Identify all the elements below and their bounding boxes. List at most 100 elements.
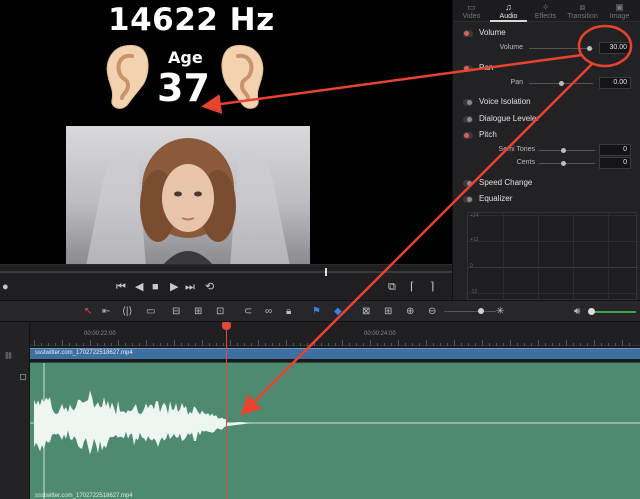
tab-image[interactable]: ▣ Image: [601, 0, 638, 22]
stop-icon[interactable]: ■: [152, 281, 159, 293]
ruler-tick: [587, 343, 588, 346]
ruler-tick: [174, 340, 175, 346]
volume-slider-knob[interactable]: [586, 46, 592, 51]
image-icon: ▣: [615, 2, 624, 12]
ruler-tick: [160, 343, 161, 346]
pitch-toggle[interactable]: [463, 132, 473, 139]
ruler-tick: [230, 340, 231, 346]
track-enable-icon[interactable]: [20, 374, 26, 380]
tab-transition[interactable]: ⧈ Transition: [564, 0, 601, 22]
cents-row: Cents 0: [453, 157, 640, 171]
volume-slider-track[interactable]: [529, 48, 593, 49]
frequency-text: 14622 Hz: [108, 2, 275, 38]
ruler-tick: [524, 343, 525, 346]
insert-clip-icon[interactable]: ⊟: [172, 306, 180, 318]
speed-change-toggle[interactable]: [463, 180, 473, 187]
lock-icon[interactable]: 🔒︎: [286, 306, 291, 318]
semitones-value-field[interactable]: 0: [599, 144, 631, 156]
cents-label: Cents: [516, 159, 535, 166]
playhead-handle[interactable]: [222, 322, 231, 330]
volume-toggle[interactable]: [463, 30, 473, 37]
replace-clip-icon[interactable]: ⊡: [216, 306, 224, 318]
age-label: Age: [168, 48, 203, 67]
pan-slider-knob[interactable]: [559, 81, 564, 86]
play-reverse-icon[interactable]: ◀: [135, 281, 143, 293]
ruler-tick: [195, 343, 196, 346]
snapping-icon[interactable]: ⊂: [244, 306, 252, 318]
master-volume-track[interactable]: [590, 311, 636, 313]
ruler-tick: [216, 343, 217, 346]
semitones-slider-knob[interactable]: [561, 148, 566, 153]
section-voice-isolation[interactable]: Voice Isolation: [453, 95, 640, 111]
audio-clip[interactable]: ssstwitter.com_1702722518627.mp4: [30, 362, 640, 499]
ruler-tick: [188, 343, 189, 346]
jump-start-icon[interactable]: ⏮: [116, 281, 126, 293]
timeline-ruler[interactable]: 00:00:22:00 00:00:24:00: [30, 322, 640, 346]
equalizer-graph[interactable]: +24 +12 0 -12: [467, 212, 638, 301]
section-equalizer[interactable]: Equalizer: [453, 192, 640, 208]
tab-audio[interactable]: ♫ Audio: [490, 0, 527, 22]
zoom-full-icon[interactable]: ⊠: [362, 306, 370, 318]
zoom-slider-knob[interactable]: [478, 308, 484, 314]
cents-slider-knob[interactable]: [561, 161, 566, 166]
transport-menu-icon[interactable]: ●: [2, 281, 9, 293]
voice-isolation-toggle[interactable]: [463, 99, 473, 106]
eq-scale-label: -12: [470, 289, 478, 295]
zoom-custom-icon[interactable]: ⊕: [406, 306, 414, 318]
dialogue-leveler-toggle[interactable]: [463, 116, 473, 123]
section-pan[interactable]: Pan: [453, 61, 640, 77]
semitones-label: Semi Tones: [498, 146, 535, 153]
scrub-handle[interactable]: [325, 268, 327, 276]
zoom-slider-track[interactable]: [444, 311, 496, 312]
trim-tool-icon[interactable]: ⇤: [102, 306, 110, 318]
mark-in-icon[interactable]: ⌈: [410, 281, 414, 293]
cents-slider-track[interactable]: [539, 163, 595, 164]
pan-value-field[interactable]: 0.00: [599, 77, 631, 89]
section-volume[interactable]: Volume: [453, 26, 640, 42]
overwrite-clip-icon[interactable]: ⊞: [194, 306, 202, 318]
ruler-tick: [398, 340, 399, 346]
playhead-line[interactable]: [226, 322, 227, 499]
video-clip[interactable]: ssstwitter.com_1702722518627.mp4: [30, 348, 640, 359]
ruler-tick: [104, 343, 105, 346]
link-icon[interactable]: ∞: [265, 306, 272, 318]
ruler-tick: [608, 343, 609, 346]
tab-effects[interactable]: ✧ Effects: [527, 0, 564, 22]
dialogue-leveler-title: Dialogue Leveler: [479, 114, 540, 123]
loop-icon[interactable]: ⟲: [205, 281, 214, 293]
ruler-tick: [615, 343, 616, 346]
zoom-detail-icon[interactable]: ⊞: [384, 306, 392, 318]
video-icon: ▭: [467, 2, 476, 12]
cents-value-field[interactable]: 0: [599, 157, 631, 169]
ruler-tick: [321, 343, 322, 346]
volume-value-field[interactable]: 30.00: [599, 42, 631, 54]
ruler-tick: [69, 343, 70, 346]
link-clip-icon[interactable]: ⛓: [4, 352, 13, 360]
equalizer-toggle[interactable]: [463, 196, 473, 203]
master-volume-knob[interactable]: [588, 308, 595, 315]
pan-toggle[interactable]: [463, 65, 473, 72]
section-dialogue-leveler[interactable]: Dialogue Leveler: [453, 112, 640, 128]
ruler-tick: [622, 340, 623, 346]
semitones-slider-track[interactable]: [539, 150, 595, 151]
play-icon[interactable]: ▶: [170, 281, 178, 293]
jump-end-icon[interactable]: ⏭: [185, 281, 195, 293]
ruler-tick: [62, 340, 63, 346]
tab-video[interactable]: ▭ Video: [453, 0, 490, 22]
ruler-tick: [202, 340, 203, 346]
marker-icon[interactable]: ◆: [334, 306, 342, 318]
speaker-icon[interactable]: 🔊︎: [574, 306, 580, 318]
zoom-out-icon[interactable]: ⊖: [428, 306, 436, 318]
dynamic-trim-icon[interactable]: ⟨|⟩: [122, 306, 132, 318]
blade-tool-icon[interactable]: ▭: [146, 306, 155, 318]
ruler-tick: [538, 340, 539, 346]
selection-tool-icon[interactable]: ↖: [84, 306, 92, 318]
zoom-in-icon[interactable]: ✳: [496, 306, 504, 318]
scrub-bar[interactable]: [0, 271, 452, 273]
match-frame-icon[interactable]: ⧉: [388, 281, 396, 293]
section-speed-change[interactable]: Speed Change: [453, 176, 640, 192]
flag-icon[interactable]: ⚑: [312, 306, 321, 318]
mark-out-icon[interactable]: ⌉: [430, 281, 434, 293]
section-pitch[interactable]: Pitch: [453, 128, 640, 144]
ruler-tick: [167, 343, 168, 346]
